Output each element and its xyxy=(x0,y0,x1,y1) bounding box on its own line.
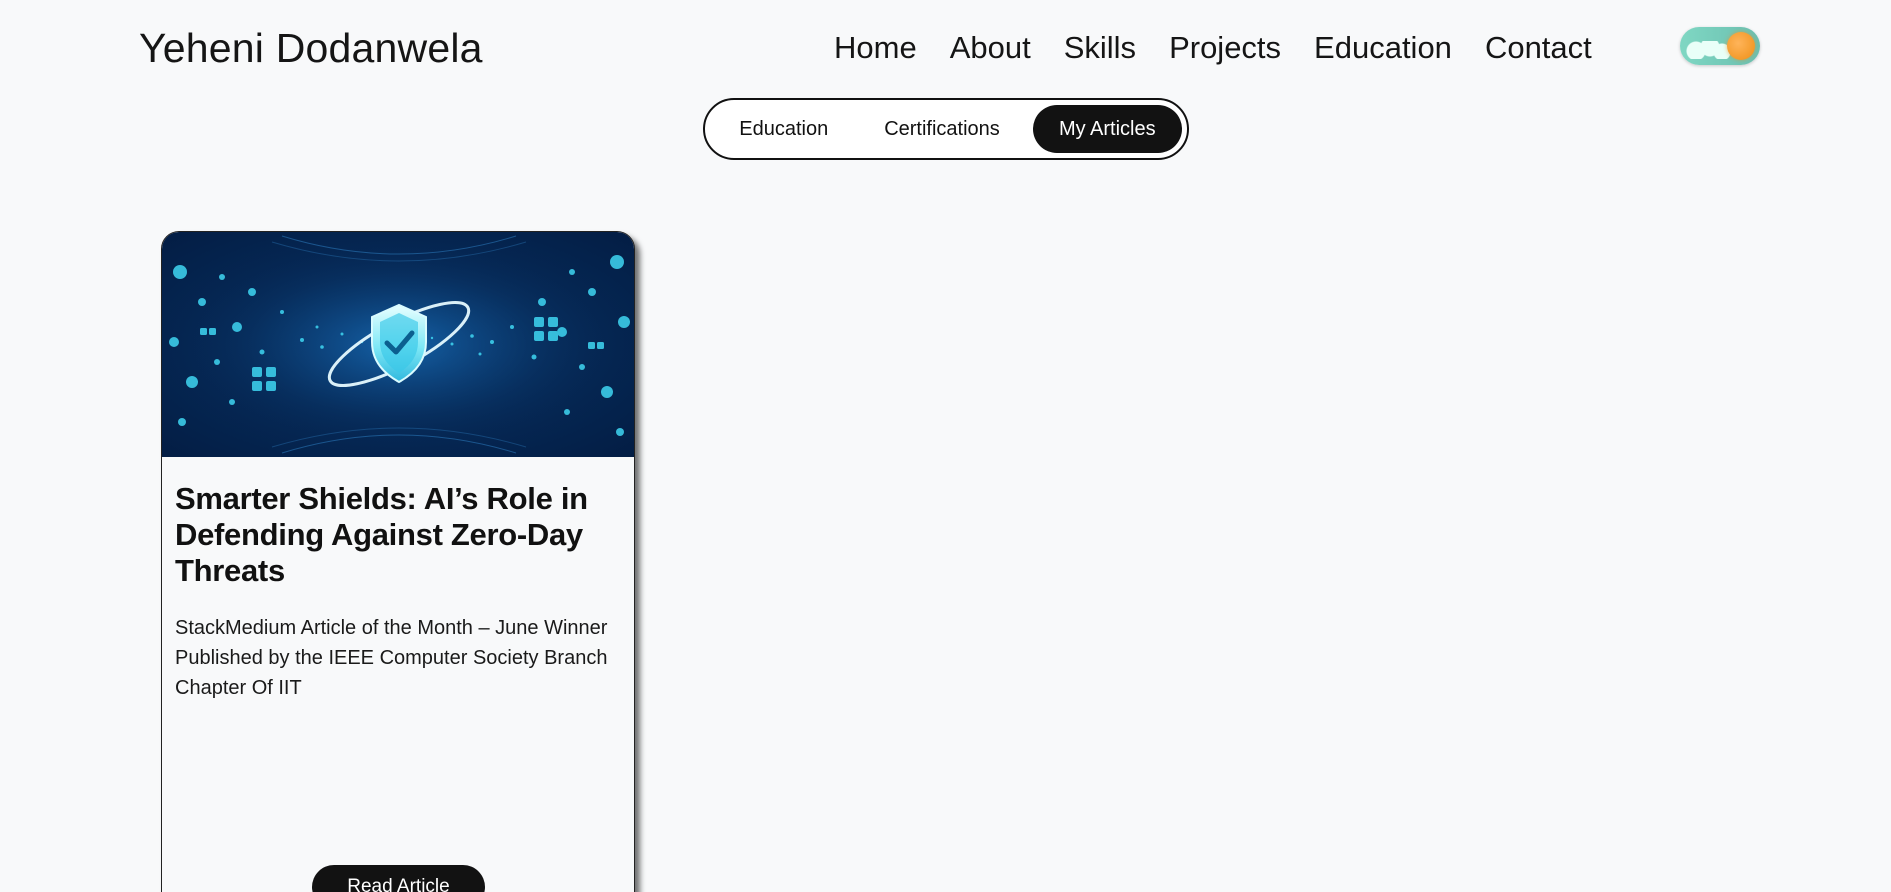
article-description: StackMedium Article of the Month – June … xyxy=(175,613,630,703)
article-title: Smarter Shields: AI’s Role in Defending … xyxy=(175,481,588,588)
nav-about[interactable]: About xyxy=(950,26,1031,70)
nav-education[interactable]: Education xyxy=(1314,26,1452,70)
tab-education[interactable]: Education xyxy=(710,105,857,153)
portfolio-page: Yeheni Dodanwela Home About Skills Proje… xyxy=(0,0,1891,892)
article-award-line: StackMedium Article of the Month – June … xyxy=(175,617,608,639)
nav-contact[interactable]: Contact xyxy=(1485,26,1592,70)
nav-home[interactable]: Home xyxy=(834,26,917,70)
theme-toggle[interactable] xyxy=(1680,27,1760,65)
tab-certifications[interactable]: Certifications xyxy=(857,105,1026,153)
article-publisher-line: Published by the IEEE Computer Society B… xyxy=(175,647,608,699)
main-nav: Home About Skills Projects Education Con… xyxy=(834,26,1592,70)
nav-skills[interactable]: Skills xyxy=(1064,26,1136,70)
cloud-icon xyxy=(1686,41,1730,59)
sun-icon xyxy=(1727,32,1755,60)
article-card: Smarter Shields: AI’s Role in Defending … xyxy=(161,231,635,892)
tab-my-articles[interactable]: My Articles xyxy=(1032,105,1182,153)
cyber-shield-illustration xyxy=(162,232,634,457)
section-tabs: Education Certifications My Articles xyxy=(703,98,1189,160)
nav-projects[interactable]: Projects xyxy=(1169,26,1281,70)
article-cover-image xyxy=(162,232,634,457)
read-article-button[interactable]: Read Article xyxy=(312,865,485,892)
site-brand[interactable]: Yeheni Dodanwela xyxy=(139,22,483,74)
